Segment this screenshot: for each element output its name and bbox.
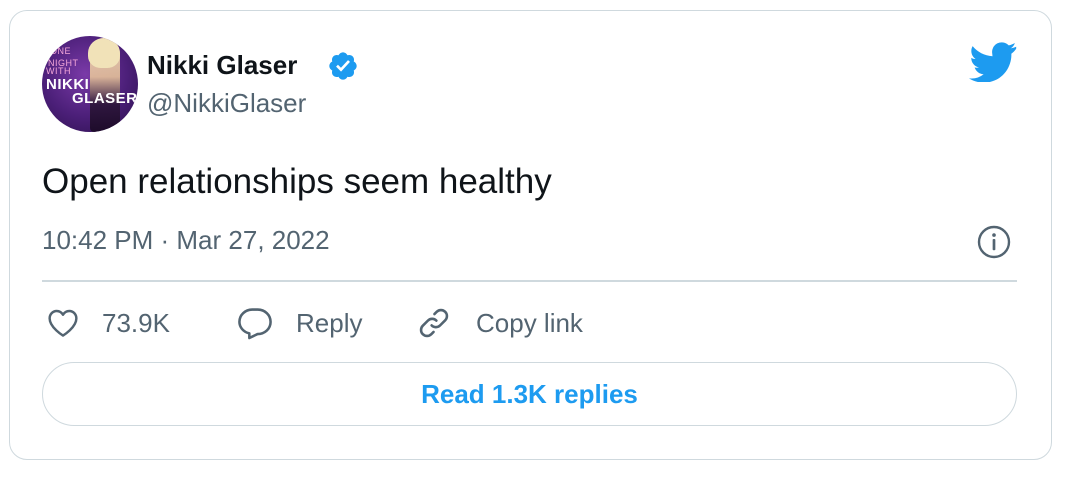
like-count: 73.9K xyxy=(102,307,170,338)
avatar[interactable]: ONE NIGHT WITH NIKKI GLASER xyxy=(42,36,138,132)
author-handle[interactable]: @NikkiGlaser xyxy=(147,88,306,119)
link-icon xyxy=(419,308,449,338)
read-replies-label: Read 1.3K replies xyxy=(421,378,638,409)
info-icon[interactable] xyxy=(976,224,1012,260)
read-replies-button[interactable]: Read 1.3K replies xyxy=(42,362,1017,426)
avatar-hair xyxy=(88,38,120,68)
divider xyxy=(42,280,1017,282)
avatar-text-line: ONE xyxy=(50,46,72,56)
twitter-bird-icon[interactable] xyxy=(969,42,1017,82)
reply-label: Reply xyxy=(296,307,363,338)
reply-button[interactable]: Reply xyxy=(236,300,362,346)
like-button[interactable]: 73.9K xyxy=(46,300,170,346)
avatar-text-line: WITH xyxy=(46,66,71,76)
author-name[interactable]: Nikki Glaser xyxy=(147,50,297,81)
verified-badge-icon xyxy=(329,52,357,80)
copy-link-label: Copy link xyxy=(476,307,583,338)
avatar-text-line: GLASER xyxy=(72,90,138,107)
speech-bubble-icon xyxy=(238,308,272,340)
tweet-text: Open relationships seem healthy xyxy=(42,162,552,201)
tweet-timestamp[interactable]: 10:42 PM · Mar 27, 2022 xyxy=(42,225,330,256)
copy-link-button[interactable]: Copy link xyxy=(416,300,583,346)
heart-icon xyxy=(48,309,78,337)
